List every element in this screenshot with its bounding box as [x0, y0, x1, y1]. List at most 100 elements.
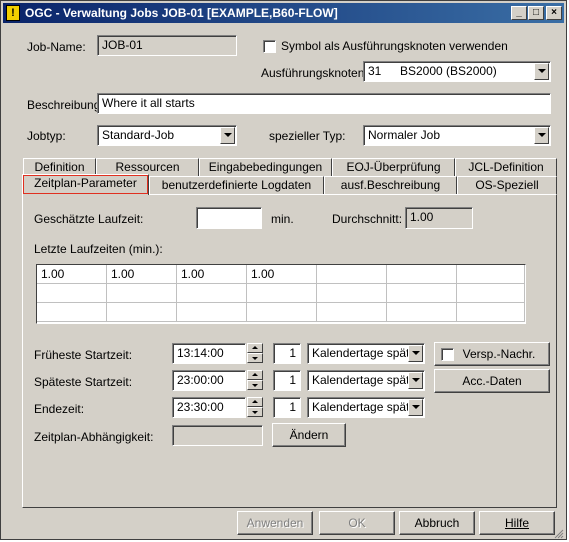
earliest-start-spinner[interactable] — [247, 343, 263, 364]
grid-cell[interactable] — [177, 284, 247, 303]
latest-start-label: Späteste Startzeit: — [34, 375, 133, 389]
grid-cell[interactable] — [387, 265, 457, 284]
grid-cell[interactable]: 1.00 — [37, 265, 107, 284]
description-label: Beschreibung: — [27, 98, 104, 112]
spin-up-icon[interactable] — [247, 343, 263, 353]
grid-cell[interactable]: 1.00 — [107, 265, 177, 284]
symbol-checkbox-label: Symbol als Ausführungsknoten verwenden — [281, 39, 508, 53]
special-type-label: spezieller Typ: — [269, 129, 346, 143]
spin-down-icon[interactable] — [247, 353, 263, 363]
delay-button-label: Versp.-Nachr. — [462, 347, 536, 361]
grid-cell[interactable] — [317, 284, 387, 303]
chevron-down-icon[interactable] — [220, 127, 235, 144]
cancel-button[interactable]: Abbruch — [399, 511, 475, 535]
grid-cell[interactable] — [317, 303, 387, 322]
delay-message-button[interactable]: Versp.-Nachr. — [434, 342, 550, 366]
grid-cell[interactable] — [247, 284, 317, 303]
tab-jcl-definition[interactable]: JCL-Definition — [455, 158, 557, 176]
grid-cell[interactable]: 1.00 — [247, 265, 317, 284]
minimize-button[interactable]: _ — [511, 6, 527, 20]
exec-node-id: 31 — [368, 64, 382, 78]
delay-checkbox[interactable] — [441, 348, 454, 361]
spin-down-icon[interactable] — [247, 380, 263, 390]
grid-cell[interactable] — [387, 303, 457, 322]
tab-ausf-beschreibung[interactable]: ausf.Beschreibung — [324, 176, 457, 194]
latest-start-unit-select[interactable]: Kalendertage später — [307, 370, 425, 391]
latest-start-spinner[interactable] — [247, 370, 263, 391]
change-button[interactable]: Ändern — [272, 423, 346, 447]
main-window: ! OGC - Verwaltung Jobs JOB-01 [EXAMPLE,… — [0, 0, 567, 540]
window-title: OGC - Verwaltung Jobs JOB-01 [EXAMPLE,B6… — [25, 6, 338, 20]
grid-cell[interactable] — [107, 284, 177, 303]
est-runtime-input[interactable] — [196, 207, 262, 229]
jobtype-select[interactable]: Standard-Job — [97, 125, 237, 146]
average-label: Durchschnitt: — [332, 212, 403, 226]
chevron-down-icon[interactable] — [534, 63, 549, 80]
earliest-start-unit: Kalendertage später — [312, 346, 421, 360]
latest-start-time[interactable]: 23:00:00 — [172, 370, 246, 391]
end-time-spinner[interactable] — [247, 397, 263, 418]
last-runtimes-grid[interactable]: 1.00 1.00 1.00 1.00 — [36, 264, 526, 324]
end-time-label: Endezeit: — [34, 402, 85, 416]
grid-cell[interactable] — [37, 303, 107, 322]
resize-grip-icon[interactable] — [554, 528, 564, 539]
exec-node-label: Ausführungsknoten: — [261, 66, 368, 80]
grid-cell[interactable] — [107, 303, 177, 322]
end-time-unit-select[interactable]: Kalendertage später — [307, 397, 425, 418]
tab-eoj-ueberpruefung[interactable]: EOJ-Überprüfung — [332, 158, 455, 176]
grid-cell[interactable] — [457, 265, 525, 284]
ok-button[interactable]: OK — [319, 511, 395, 535]
exec-node-name: BS2000 (BS2000) — [400, 64, 497, 78]
app-warning-icon: ! — [6, 5, 20, 21]
grid-cell[interactable] — [387, 284, 457, 303]
average-field: 1.00 — [405, 207, 473, 229]
tab-benutzerdefinierte-logdaten[interactable]: benutzerdefinierte Logdaten — [149, 176, 324, 194]
grid-cell[interactable] — [177, 303, 247, 322]
chevron-down-icon[interactable] — [534, 127, 549, 144]
dependency-label: Zeitplan-Abhängigkeit: — [34, 430, 154, 444]
jobtype-label: Jobtyp: — [27, 129, 66, 143]
spin-down-icon[interactable] — [247, 407, 263, 417]
close-button[interactable]: × — [546, 6, 562, 20]
est-runtime-label: Geschätzte Laufzeit: — [34, 212, 144, 226]
exec-node-select[interactable]: 31 BS2000 (BS2000) — [363, 61, 551, 82]
earliest-start-days[interactable]: 1 — [273, 343, 301, 364]
latest-start-unit: Kalendertage später — [312, 373, 421, 387]
earliest-start-time[interactable]: 13:14:00 — [172, 343, 246, 364]
grid-cell[interactable] — [457, 284, 525, 303]
grid-cell[interactable] — [247, 303, 317, 322]
end-time-days[interactable]: 1 — [273, 397, 301, 418]
chevron-down-icon[interactable] — [408, 345, 423, 362]
tab-eingabebedingungen[interactable]: Eingabebedingungen — [199, 158, 332, 176]
grid-cell[interactable] — [37, 284, 107, 303]
chevron-down-icon[interactable] — [408, 372, 423, 389]
acc-data-button[interactable]: Acc.-Daten — [434, 369, 550, 393]
earliest-start-label: Früheste Startzeit: — [34, 348, 133, 362]
symbol-checkbox[interactable] — [263, 40, 276, 53]
est-runtime-unit: min. — [271, 212, 294, 226]
chevron-down-icon[interactable] — [408, 399, 423, 416]
job-name-label: Job-Name: — [27, 40, 86, 54]
description-input[interactable]: Where it all starts — [97, 93, 551, 114]
tab-zeitplan-parameter[interactable]: Zeitplan-Parameter — [22, 174, 149, 195]
help-button[interactable]: Hilfe — [479, 511, 555, 535]
special-type-select[interactable]: Normaler Job — [363, 125, 551, 146]
latest-start-days[interactable]: 1 — [273, 370, 301, 391]
spin-up-icon[interactable] — [247, 397, 263, 407]
grid-cell[interactable]: 1.00 — [177, 265, 247, 284]
last-runtimes-label: Letzte Laufzeiten (min.): — [34, 242, 163, 256]
end-time-unit: Kalendertage später — [312, 400, 421, 414]
special-type-value: Normaler Job — [368, 128, 441, 142]
dependency-field — [172, 425, 263, 446]
spin-up-icon[interactable] — [247, 370, 263, 380]
title-bar[interactable]: ! OGC - Verwaltung Jobs JOB-01 [EXAMPLE,… — [3, 3, 564, 23]
grid-cell[interactable] — [317, 265, 387, 284]
apply-button[interactable]: Anwenden — [237, 511, 313, 535]
job-name-field: JOB-01 — [97, 35, 237, 56]
earliest-start-unit-select[interactable]: Kalendertage später — [307, 343, 425, 364]
maximize-button[interactable]: □ — [528, 6, 544, 20]
jobtype-value: Standard-Job — [102, 128, 175, 142]
tab-os-speziell[interactable]: OS-Speziell — [457, 176, 557, 194]
grid-cell[interactable] — [457, 303, 525, 322]
end-time-input[interactable]: 23:30:00 — [172, 397, 246, 418]
